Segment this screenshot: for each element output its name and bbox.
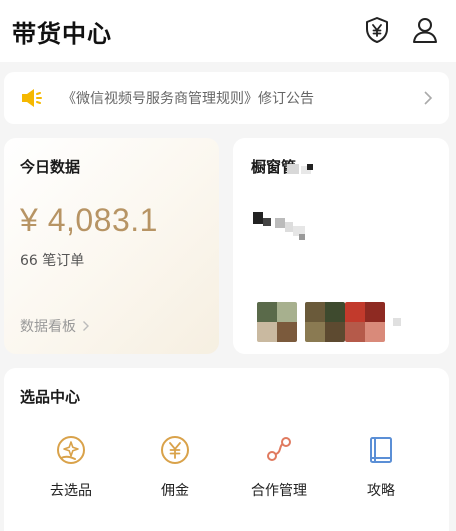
- pick-item-label: 佣金: [161, 483, 189, 499]
- guide-book-icon: [370, 437, 392, 463]
- product-thumbnail[interactable]: [345, 302, 385, 342]
- mosaic-block: [263, 218, 271, 226]
- chevron-right-icon: [424, 91, 433, 105]
- today-amount: ¥ 4,083.1: [20, 202, 158, 238]
- pick-item-select-product[interactable]: 去选品: [26, 434, 116, 500]
- mosaic-block: [253, 212, 263, 224]
- pick-item-commission[interactable]: 佣金: [130, 434, 220, 500]
- user-icon[interactable]: [411, 16, 439, 44]
- product-thumbnail[interactable]: [305, 302, 345, 342]
- data-board-label: 数据看板: [20, 319, 76, 335]
- shield-yen-icon[interactable]: [363, 16, 391, 44]
- pick-item-cooperation[interactable]: 合作管理: [234, 434, 324, 500]
- pick-item-label: 去选品: [50, 483, 92, 499]
- mosaic-block: [287, 164, 299, 174]
- yen-coin-icon: [161, 436, 189, 464]
- product-selection-center: 选品中心 去选品 佣金 合作管理 攻略: [4, 368, 449, 531]
- notice-banner[interactable]: 《微信视频号服务商管理规则》修订公告: [4, 72, 449, 124]
- pick-item-label: 合作管理: [251, 483, 307, 499]
- header-bar: 带货中心: [0, 0, 456, 62]
- select-product-icon: [57, 436, 85, 464]
- notice-text: 《微信视频号服务商管理规则》修订公告: [62, 91, 314, 107]
- mosaic-block: [307, 164, 313, 170]
- mosaic-block: [393, 318, 401, 326]
- today-orders: 66 笔订单: [20, 253, 85, 269]
- page-title: 带货中心: [12, 20, 112, 48]
- pick-item-label: 攻略: [367, 483, 395, 499]
- chevron-right-icon: [83, 321, 89, 331]
- cooperation-icon: [267, 437, 291, 461]
- data-board-link[interactable]: 数据看板: [20, 316, 90, 336]
- speaker-icon: [22, 89, 42, 107]
- picks-label: 选品中心: [20, 388, 81, 406]
- mosaic-block: [275, 218, 285, 228]
- today-data-card[interactable]: 今日数据 ¥ 4,083.1 66 笔订单 数据看板: [4, 138, 219, 354]
- window-management-card[interactable]: 橱窗管: [233, 138, 449, 354]
- mosaic-block: [285, 222, 293, 232]
- product-thumbnail[interactable]: [257, 302, 297, 342]
- today-label: 今日数据: [20, 158, 81, 176]
- mosaic-block: [299, 234, 305, 240]
- pick-item-guide[interactable]: 攻略: [336, 434, 426, 500]
